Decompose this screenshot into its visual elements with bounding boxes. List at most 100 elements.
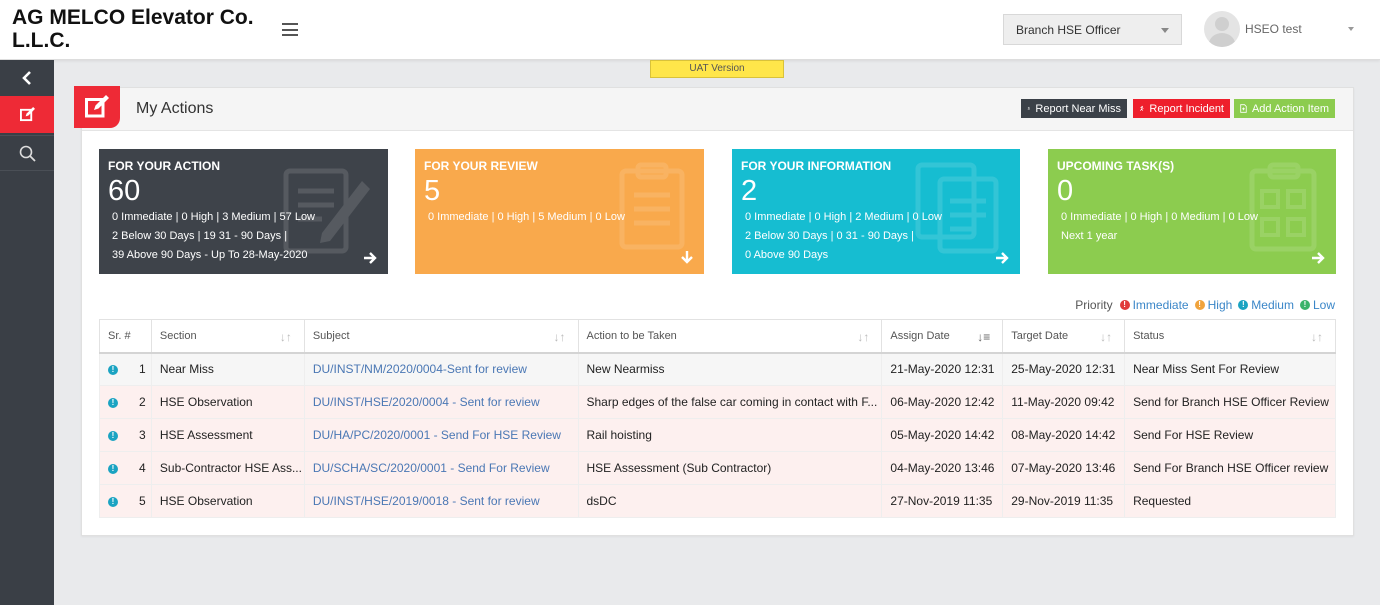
column-header-section[interactable]: Section ↓↑ [150, 319, 305, 354]
documents-icon [915, 162, 999, 254]
arrow-right-icon[interactable] [995, 252, 1009, 264]
table-row[interactable]: ! 4 Sub-Contractor HSE Ass... DU/SCHA/SC/… [99, 451, 1336, 485]
status-cell: Requested [1124, 484, 1336, 518]
role-select-value: Branch HSE Officer [1016, 23, 1121, 37]
report-near-miss-button[interactable]: Report Near Miss [1021, 99, 1127, 118]
sidebar-item-search[interactable] [0, 135, 54, 171]
running-person-icon [1027, 106, 1030, 111]
subject-link[interactable]: DU/SCHA/SC/2020/0001 - Send For Review [303, 451, 579, 485]
chevron-left-icon [22, 71, 31, 85]
section-cell: HSE Observation [150, 385, 305, 419]
priority-immediate: Immediate [1132, 298, 1189, 312]
sr-cell: ! 2 [99, 385, 152, 419]
medium-priority-icon: ! [108, 464, 118, 474]
card-priority-line: 0 Immediate | 0 High | 3 Medium | 57 Low [112, 211, 316, 223]
action-cell: dsDC [577, 484, 883, 518]
table-row[interactable]: ! 2 HSE Observation DU/INST/HSE/2020/0004… [99, 385, 1336, 419]
sort-icon[interactable]: ↓↑ [280, 330, 292, 344]
target-date-cell: 25-May-2020 12:31 [1002, 352, 1126, 386]
sort-desc-icon[interactable]: ↓≡ [977, 330, 990, 344]
card-for-your-action[interactable]: FOR YOUR ACTION 60 0 Immediate | 0 High … [99, 149, 388, 274]
clipboard-icon [619, 162, 685, 250]
company-logo-text[interactable]: AG MELCO Elevator Co. L.L.C. [12, 6, 272, 52]
low-priority-icon: ! [1299, 300, 1310, 310]
priority-high: High [1207, 298, 1233, 312]
report-near-miss-label: Report Near Miss [1035, 102, 1121, 115]
status-cell: Send For Branch HSE Officer review [1124, 451, 1336, 485]
panel-header: My Actions Report Near Miss Report Incid… [74, 86, 1353, 131]
card-for-your-review[interactable]: FOR YOUR REVIEW 5 0 Immediate | 0 High |… [415, 149, 704, 274]
card-days-line-2: 39 Above 90 Days - Up To 28-May-2020 [112, 249, 308, 261]
user-name[interactable]: HSEO test [1245, 22, 1302, 36]
add-action-item-button[interactable]: Add Action Item [1234, 99, 1335, 118]
card-title: FOR YOUR ACTION [108, 159, 221, 173]
sr-cell: ! 5 [99, 484, 152, 518]
menu-toggle-icon[interactable] [282, 23, 298, 36]
sort-icon[interactable]: ↓↑ [1100, 330, 1112, 344]
user-menu-caret-icon[interactable] [1348, 27, 1354, 31]
subject-link[interactable]: DU/INST/NM/2020/0004-Sent for review [303, 352, 579, 386]
table-header-row: Sr. # Section ↓↑ Subject ↓↑ Action to be T… [99, 319, 1336, 354]
report-incident-button[interactable]: Report Incident [1133, 99, 1230, 118]
sr-cell: ! 4 [99, 451, 152, 485]
column-header-target-date[interactable]: Target Date ↓↑ [1002, 319, 1126, 354]
avatar[interactable] [1204, 11, 1240, 47]
column-header-action[interactable]: Action to be Taken ↓↑ [577, 319, 883, 354]
subject-link[interactable]: DU/HA/PC/2020/0001 - Send For HSE Review [303, 418, 579, 452]
sr-cell: ! 3 [99, 418, 152, 452]
assign-date-cell: 04-May-2020 13:46 [881, 451, 1004, 485]
report-incident-label: Report Incident [1149, 102, 1224, 115]
medium-priority-icon: ! [108, 398, 118, 408]
medium-priority-icon: ! [1238, 300, 1249, 310]
column-header-assign-date[interactable]: Assign Date ↓≡ [881, 319, 1004, 354]
collapse-sidebar-button[interactable] [0, 60, 54, 96]
sort-icon[interactable]: ↓↑ [1311, 330, 1323, 344]
status-cell: Send for Branch HSE Officer Review [1124, 385, 1336, 419]
section-cell: Sub-Contractor HSE Ass... [150, 451, 305, 485]
target-date-cell: 29-Nov-2019 11:35 [1002, 484, 1126, 518]
arrow-down-icon[interactable] [681, 250, 693, 264]
arrow-right-icon[interactable] [363, 252, 377, 264]
top-bar: AG MELCO Elevator Co. L.L.C. Branch HSE … [0, 0, 1380, 60]
sort-icon[interactable]: ↓↑ [857, 330, 869, 344]
column-header-sr[interactable]: Sr. # [99, 319, 152, 354]
role-select[interactable]: Branch HSE Officer [1003, 14, 1182, 45]
edit-icon [19, 107, 35, 122]
arrow-right-icon[interactable] [1311, 252, 1325, 264]
card-days-line-2: 0 Above 90 Days [745, 249, 829, 261]
medium-priority-icon: ! [108, 365, 118, 376]
priority-medium: Medium [1251, 298, 1294, 312]
edit-icon [74, 86, 120, 128]
card-days-line: 2 Below 30 Days | 0 31 - 90 Days | [745, 230, 914, 242]
target-date-cell: 08-May-2020 14:42 [1002, 418, 1126, 452]
falling-person-icon [1140, 105, 1144, 111]
target-date-cell: 11-May-2020 09:42 [1002, 385, 1126, 419]
sidebar-item-my-actions[interactable] [0, 96, 54, 133]
table-row[interactable]: ! 3 HSE Assessment DU/HA/PC/2020/0001 - S… [99, 418, 1336, 452]
uat-version-badge: UAT Version [650, 60, 784, 78]
subject-link[interactable]: DU/INST/HSE/2020/0004 - Sent for review [303, 385, 579, 419]
table-row[interactable]: ! 5 HSE Observation DU/INST/HSE/2019/0018… [99, 484, 1336, 518]
target-date-cell: 07-May-2020 13:46 [1002, 451, 1126, 485]
search-icon [19, 145, 36, 162]
column-header-status[interactable]: Status ↓↑ [1124, 319, 1336, 354]
card-count: 5 [424, 175, 441, 207]
medium-priority-icon: ! [108, 431, 118, 441]
section-cell: HSE Assessment [150, 418, 305, 452]
subject-link[interactable]: DU/INST/HSE/2019/0018 - Sent for review [303, 484, 579, 518]
card-title: FOR YOUR REVIEW [424, 159, 538, 173]
priority-legend: Priority ! Immediate ! High ! Medium ! L… [1075, 298, 1335, 312]
sidebar [0, 60, 54, 605]
column-header-subject[interactable]: Subject ↓↑ [303, 319, 579, 354]
priority-label: Priority [1075, 298, 1113, 312]
action-cell: Rail hoisting [577, 418, 883, 452]
card-upcoming-tasks[interactable]: UPCOMING TASK(S) 0 0 Immediate | 0 High … [1048, 149, 1336, 274]
assign-date-cell: 06-May-2020 12:42 [881, 385, 1004, 419]
priority-low: Low [1312, 298, 1335, 312]
sort-icon[interactable]: ↓↑ [554, 330, 566, 344]
table-row[interactable]: ! 1 Near Miss DU/INST/NM/2020/0004-Sent f… [99, 352, 1336, 386]
immediate-priority-icon: ! [1119, 300, 1130, 310]
status-cell: Near Miss Sent For Review [1124, 352, 1336, 386]
card-for-your-information[interactable]: FOR YOUR INFORMATION 2 0 Immediate | 0 H… [732, 149, 1020, 274]
checklist-icon [1249, 162, 1317, 252]
